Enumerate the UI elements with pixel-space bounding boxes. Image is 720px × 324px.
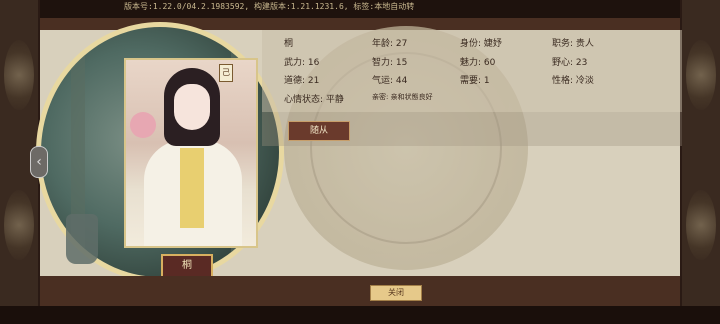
stat-identity: 身份: 婕妤: [460, 39, 502, 49]
stat-morality: 道德: 21: [284, 76, 320, 86]
stat-luck: 气运: 44: [372, 76, 408, 86]
stat-name: 桐: [284, 39, 294, 49]
version-bar: 版本号:1.22.0/04.2.1983592, 构建版本:1.21.1231.…: [40, 0, 680, 18]
stat-mood: 心情状态: 平静: [284, 95, 344, 105]
right-cloud-ornament: [686, 40, 716, 110]
follow-button[interactable]: 随从: [288, 121, 350, 141]
stat-intimacy: 亲密: 亲和状態良好: [372, 93, 433, 101]
portrait-face: [174, 84, 210, 130]
stat-ambition: 野心: 23: [552, 58, 588, 68]
stat-need: 需要: 1: [460, 76, 490, 86]
bottom-band: [40, 276, 680, 306]
left-cloud-ornament: [4, 40, 34, 110]
portrait-sash: [180, 148, 204, 228]
stat-charm: 魅力: 60: [460, 58, 496, 68]
peach-blossom: [130, 112, 156, 138]
rank-badge: 己: [219, 64, 233, 82]
stat-intellect: 智力: 15: [372, 58, 408, 68]
left-cloud-ornament: [4, 190, 34, 260]
prev-character-button[interactable]: ‹: [30, 146, 48, 178]
close-button[interactable]: 关闭: [370, 285, 422, 301]
right-cloud-ornament: [686, 190, 716, 260]
character-name-plaque: 桐: [161, 254, 213, 278]
right-ornament-border: [682, 0, 720, 324]
version-text: 版本号:1.22.0/04.2.1983592, 构建版本:1.21.1231.…: [124, 2, 415, 11]
stat-post: 职务: 贵人: [552, 39, 594, 49]
stat-personality: 性格: 冷淡: [552, 76, 594, 86]
character-portrait: [124, 58, 258, 248]
chevron-left-icon: ‹: [36, 154, 42, 170]
bottom-edge: [0, 306, 720, 324]
stat-force: 武力: 16: [284, 58, 320, 68]
censer-decoration: [66, 214, 98, 264]
stat-age: 年龄: 27: [372, 39, 408, 49]
